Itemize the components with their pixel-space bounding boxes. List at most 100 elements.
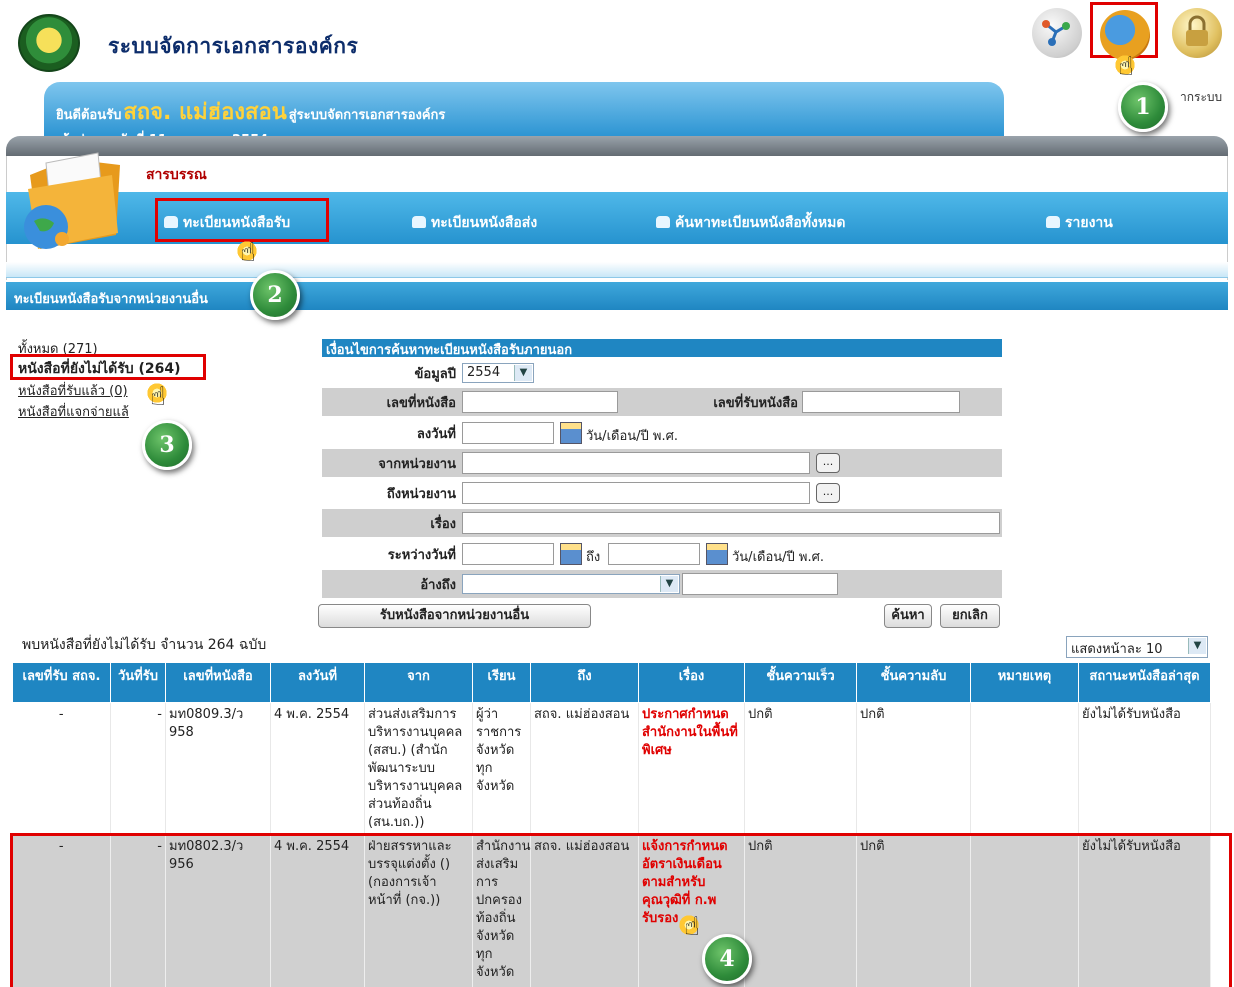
cell-from: ส่วนส่งเสริมการบริหารงานบุคคล (สสบ.) (สำ… (364, 702, 473, 835)
cell-date: 4 พ.ค. 2554 (270, 702, 365, 835)
subject-row: เรื่อง (322, 509, 1002, 537)
welcome-org: สถจ. แม่ฮ่องสอน (123, 100, 287, 125)
to-word: ถึง (586, 550, 601, 565)
filter-not-received-link[interactable]: หนังสือที่ยังไม่ได้รับ (264) (18, 358, 181, 380)
menu-bullet-icon (656, 216, 670, 228)
chevron-down-icon: ▼ (514, 365, 532, 381)
col-status[interactable]: สถานะหนังสือล่าสุด (1078, 662, 1211, 703)
step-badge-2: 2 (250, 270, 300, 320)
col-subject[interactable]: เรื่อง (638, 662, 745, 703)
col-receive-no[interactable]: เลขที่รับ สถจ. (12, 662, 111, 703)
chevron-down-icon: ▼ (660, 576, 678, 592)
cell-to: สถจ. แม่ฮ่องสอน (530, 702, 639, 835)
page-size-value: แสดงหน้าละ 10 (1071, 642, 1163, 657)
col-attn[interactable]: เรียน (472, 662, 531, 703)
ref-input[interactable] (682, 573, 838, 595)
to-label: ถึงหน่วยงาน (386, 487, 456, 502)
hand-cursor-icon: ☝ (684, 912, 700, 942)
col-date[interactable]: ลงวันที่ (270, 662, 365, 703)
hand-cursor-icon: ☝ (240, 238, 256, 268)
table-header-row: เลขที่รับ สถจ. วันที่รับ เลขที่หนังสือ ล… (12, 662, 1211, 703)
receive-from-agency-button[interactable]: รับหนังสือจากหน่วยงานอื่น (318, 604, 591, 628)
doc-no-input[interactable] (462, 391, 618, 413)
step-badge-3: 3 (142, 420, 192, 470)
module-title: สารบรรณ (146, 167, 207, 183)
from-agency-picker-button[interactable]: ... (816, 453, 840, 473)
start-date-input[interactable] (462, 543, 554, 565)
cell-secrecy: ปกติ (856, 702, 971, 835)
to-agency-picker-button[interactable]: ... (816, 483, 840, 503)
section-title: ทะเบียนหนังสือรับจากหน่วยงานอื่น (6, 282, 1228, 310)
table-row[interactable]: - - มท0809.3/ว 958 4 พ.ค. 2554 ส่วนส่งเส… (12, 702, 1211, 835)
page-size-select[interactable]: แสดงหน้าละ 10 ▼ (1066, 636, 1208, 658)
cancel-button[interactable]: ยกเลิก (940, 604, 1000, 628)
col-note[interactable]: หมายเหตุ (970, 662, 1079, 703)
col-secrecy[interactable]: ชั้นความลับ (856, 662, 971, 703)
between-label: ระหว่างวันที่ (387, 548, 456, 563)
row-highlight (10, 833, 1232, 987)
menu-label: ค้นหาทะเบียนหนังสือทั้งหมด (675, 215, 846, 231)
doc-no-label: เลขที่หนังสือ (386, 396, 456, 411)
menu-bullet-icon (412, 216, 426, 228)
menu-bullet-icon (1046, 216, 1060, 228)
cell-receive-no: - (12, 702, 111, 835)
year-value: 2554 (467, 365, 501, 380)
menu-report[interactable]: รายงาน (1046, 212, 1113, 234)
organization-logo (18, 14, 80, 72)
calendar-icon[interactable] (560, 543, 582, 565)
col-doc-no[interactable]: เลขที่หนังสือ (165, 662, 271, 703)
from-label: จากหน่วยงาน (378, 457, 456, 472)
cell-receive-date: - (110, 702, 166, 835)
cell-subject-link[interactable]: ประกาศกำหนดสำนักงานในพื้นที่พิเศษ (638, 702, 745, 835)
cell-doc-no: มท0809.3/ว 958 (165, 702, 271, 835)
date-input[interactable] (462, 422, 554, 444)
chevron-down-icon: ▼ (1188, 638, 1206, 654)
from-agency-input[interactable] (462, 452, 810, 474)
to-agency-input[interactable] (462, 482, 810, 504)
ref-row: อ้างถึง ▼ (322, 570, 1002, 598)
menu-outgoing-register[interactable]: ทะเบียนหนังสือส่ง (412, 212, 537, 234)
ref-select[interactable]: ▼ (462, 574, 680, 594)
welcome-suffix: สู่ระบบจัดการเอกสารองค์กร (288, 108, 446, 123)
subject-input[interactable] (462, 512, 1000, 534)
menu-label: รายงาน (1065, 215, 1113, 231)
menu-search-all[interactable]: ค้นหาทะเบียนหนังสือทั้งหมด (656, 212, 845, 234)
cell-speed: ปกติ (744, 702, 857, 835)
hand-cursor-icon: ☝ (1118, 52, 1134, 82)
step-badge-4: 4 (702, 934, 752, 984)
year-select[interactable]: 2554 ▼ (462, 363, 534, 383)
result-count: พบหนังสือที่ยังไม่ได้รับ จำนวน 264 ฉบับ (22, 637, 267, 653)
logout-icon[interactable] (1172, 8, 1222, 58)
col-speed[interactable]: ชั้นความเร็ว (744, 662, 857, 703)
between-row: ระหว่างวันที่ ถึง วัน/เดือน/ปี พ.ศ. (322, 540, 1002, 568)
col-to[interactable]: ถึง (530, 662, 639, 703)
end-date-input[interactable] (608, 543, 700, 565)
menu-label: ทะเบียนหนังสือส่ง (431, 215, 538, 231)
ref-label: อ้างถึง (420, 578, 456, 593)
search-button[interactable]: ค้นหา (884, 604, 932, 628)
app-title: ระบบจัดการเอกสารองค์กร (108, 34, 359, 58)
date-label: ลงวันที่ (416, 427, 456, 442)
date-hint: วัน/เดือน/ปี พ.ศ. (586, 429, 678, 444)
filter-received-link[interactable]: หนังสือที่รับแล้ว (0) (18, 380, 128, 401)
calendar-icon[interactable] (706, 543, 728, 565)
receive-no-label: เลขที่รับหนังสือ (713, 396, 798, 411)
year-label: ข้อมูลปี (414, 367, 456, 382)
panel-header (6, 136, 1228, 158)
col-receive-date[interactable]: วันที่รับ (110, 662, 166, 703)
calendar-icon[interactable] (560, 422, 582, 444)
col-from[interactable]: จาก (364, 662, 473, 703)
search-form-title: เงื่อนไขการค้นหาทะเบียนหนังสือรับภายนอก (322, 339, 1002, 358)
sitemap-icon[interactable] (1032, 8, 1082, 58)
step-badge-1: 1 (1118, 82, 1168, 132)
date-row: ลงวันที่ วัน/เดือน/ปี พ.ศ. (322, 419, 1002, 447)
between-date-hint: วัน/เดือน/ปี พ.ศ. (732, 550, 824, 565)
cell-attn: ผู้ว่าราชการจังหวัดทุกจังหวัด (472, 702, 531, 835)
filter-distributed-link[interactable]: หนังสือที่แจกจ่ายแล้ (18, 401, 129, 422)
receive-no-input[interactable] (802, 391, 960, 413)
menu-strip (6, 262, 1228, 278)
logout-link[interactable]: ากระบบ (1180, 88, 1222, 107)
folder-icon (20, 145, 138, 255)
year-row: ข้อมูลปี 2554 ▼ (322, 359, 1002, 387)
welcome-prefix: ยินดีต้อนรับ (56, 108, 122, 123)
